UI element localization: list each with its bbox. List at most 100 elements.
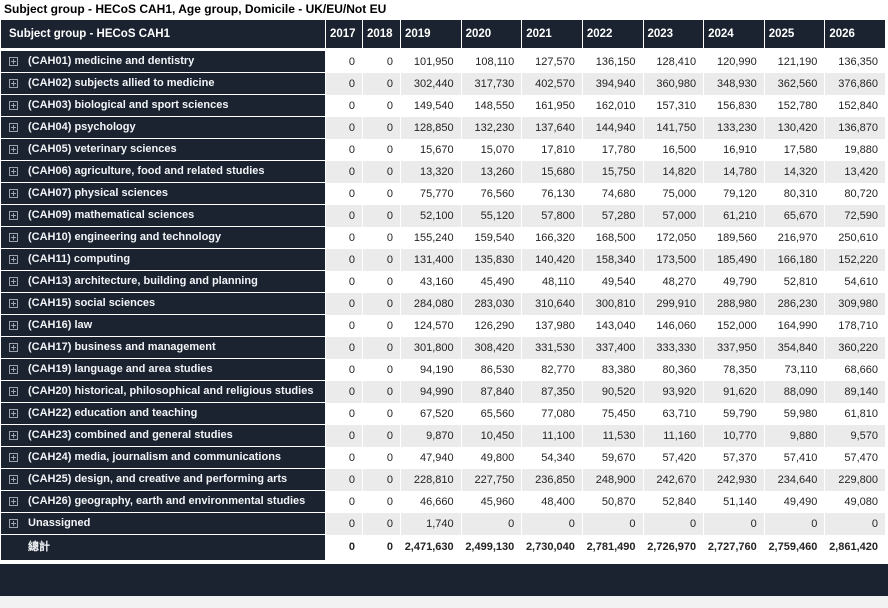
data-cell[interactable]: 0	[704, 513, 764, 535]
data-cell[interactable]: 57,420	[644, 447, 704, 469]
data-cell[interactable]: 229,800	[825, 469, 885, 491]
data-cell[interactable]: 15,680	[522, 161, 582, 183]
data-cell[interactable]: 52,100	[401, 205, 461, 227]
data-cell[interactable]: 302,440	[401, 73, 461, 95]
data-cell[interactable]: 14,320	[765, 161, 825, 183]
data-cell[interactable]: 17,810	[522, 139, 582, 161]
data-cell[interactable]: 59,790	[704, 403, 764, 425]
data-cell[interactable]: 0	[363, 161, 400, 183]
data-cell[interactable]: 337,950	[704, 337, 764, 359]
data-cell[interactable]: 76,130	[522, 183, 582, 205]
expand-plus-icon[interactable]	[9, 365, 18, 374]
data-cell[interactable]: 76,560	[462, 183, 522, 205]
expand-plus-icon[interactable]	[9, 255, 18, 264]
data-cell[interactable]: 126,290	[462, 315, 522, 337]
row-header[interactable]: (CAH13) architecture, building and plann…	[1, 271, 325, 293]
data-cell[interactable]: 13,420	[825, 161, 885, 183]
data-cell[interactable]: 0	[326, 161, 362, 183]
data-cell[interactable]: 57,000	[644, 205, 704, 227]
row-header[interactable]: (CAH09) mathematical sciences	[1, 205, 325, 227]
expand-plus-icon[interactable]	[9, 123, 18, 132]
expand-plus-icon[interactable]	[9, 145, 18, 154]
data-cell[interactable]: 87,840	[462, 381, 522, 403]
row-header[interactable]: (CAH03) biological and sport sciences	[1, 95, 325, 117]
data-cell[interactable]: 236,850	[522, 469, 582, 491]
row-header[interactable]: (CAH11) computing	[1, 249, 325, 271]
data-cell[interactable]: 47,940	[401, 447, 461, 469]
data-cell[interactable]: 0	[363, 205, 400, 227]
expand-plus-icon[interactable]	[9, 211, 18, 220]
row-header[interactable]: (CAH02) subjects allied to medicine	[1, 73, 325, 95]
row-header[interactable]: (CAH07) physical sciences	[1, 183, 325, 205]
row-header[interactable]: (CAH05) veterinary sciences	[1, 139, 325, 161]
data-cell[interactable]: 0	[765, 513, 825, 535]
data-cell[interactable]: 0	[326, 447, 362, 469]
data-cell[interactable]: 0	[326, 117, 362, 139]
data-cell[interactable]: 128,410	[644, 51, 704, 73]
data-cell[interactable]: 0	[363, 117, 400, 139]
row-header[interactable]: (CAH22) education and teaching	[1, 403, 325, 425]
expand-plus-icon[interactable]	[9, 167, 18, 176]
data-cell[interactable]: 14,820	[644, 161, 704, 183]
data-cell[interactable]: 80,720	[825, 183, 885, 205]
total-cell[interactable]: 2,861,420	[825, 535, 885, 560]
data-cell[interactable]: 299,910	[644, 293, 704, 315]
data-cell[interactable]: 0	[363, 337, 400, 359]
data-cell[interactable]: 54,340	[522, 447, 582, 469]
data-cell[interactable]: 317,730	[462, 73, 522, 95]
data-cell[interactable]: 49,800	[462, 447, 522, 469]
data-cell[interactable]: 308,420	[462, 337, 522, 359]
column-header-year[interactable]: 2018	[363, 20, 400, 51]
data-cell[interactable]: 59,670	[583, 447, 643, 469]
expand-plus-icon[interactable]	[9, 233, 18, 242]
data-cell[interactable]: 0	[363, 139, 400, 161]
data-cell[interactable]: 49,790	[704, 271, 764, 293]
column-header-year[interactable]: 2025	[765, 20, 825, 51]
expand-plus-icon[interactable]	[9, 387, 18, 396]
data-cell[interactable]: 89,140	[825, 381, 885, 403]
column-header-year[interactable]: 2020	[462, 20, 522, 51]
data-cell[interactable]: 131,400	[401, 249, 461, 271]
data-cell[interactable]: 172,050	[644, 227, 704, 249]
data-cell[interactable]: 10,770	[704, 425, 764, 447]
data-cell[interactable]: 228,810	[401, 469, 461, 491]
expand-plus-icon[interactable]	[9, 57, 18, 66]
data-cell[interactable]: 0	[326, 315, 362, 337]
data-cell[interactable]: 168,500	[583, 227, 643, 249]
data-cell[interactable]: 136,870	[825, 117, 885, 139]
data-cell[interactable]: 87,350	[522, 381, 582, 403]
data-cell[interactable]: 376,860	[825, 73, 885, 95]
data-cell[interactable]: 132,230	[462, 117, 522, 139]
data-cell[interactable]: 43,160	[401, 271, 461, 293]
data-cell[interactable]: 152,000	[704, 315, 764, 337]
data-cell[interactable]: 143,040	[583, 315, 643, 337]
data-cell[interactable]: 141,750	[644, 117, 704, 139]
data-cell[interactable]: 0	[326, 205, 362, 227]
row-header[interactable]: (CAH24) media, journalism and communicat…	[1, 447, 325, 469]
data-cell[interactable]: 0	[363, 227, 400, 249]
data-cell[interactable]: 124,570	[401, 315, 461, 337]
data-cell[interactable]: 0	[363, 403, 400, 425]
data-cell[interactable]: 82,770	[522, 359, 582, 381]
data-cell[interactable]: 50,870	[583, 491, 643, 513]
data-cell[interactable]: 15,070	[462, 139, 522, 161]
expand-plus-icon[interactable]	[9, 475, 18, 484]
data-cell[interactable]: 360,220	[825, 337, 885, 359]
data-cell[interactable]: 0	[326, 513, 362, 535]
column-header-year[interactable]: 2023	[644, 20, 704, 51]
data-cell[interactable]: 65,670	[765, 205, 825, 227]
data-cell[interactable]: 0	[326, 271, 362, 293]
row-header[interactable]: (CAH15) social sciences	[1, 293, 325, 315]
column-header-year[interactable]: 2026	[825, 20, 885, 51]
data-cell[interactable]: 242,930	[704, 469, 764, 491]
data-cell[interactable]: 14,780	[704, 161, 764, 183]
data-cell[interactable]: 162,010	[583, 95, 643, 117]
data-cell[interactable]: 0	[326, 73, 362, 95]
total-cell[interactable]: 2,727,760	[704, 535, 764, 560]
data-cell[interactable]: 0	[326, 491, 362, 513]
data-cell[interactable]: 10,450	[462, 425, 522, 447]
data-cell[interactable]: 159,540	[462, 227, 522, 249]
data-cell[interactable]: 0	[326, 249, 362, 271]
data-cell[interactable]: 0	[363, 249, 400, 271]
data-cell[interactable]: 331,530	[522, 337, 582, 359]
